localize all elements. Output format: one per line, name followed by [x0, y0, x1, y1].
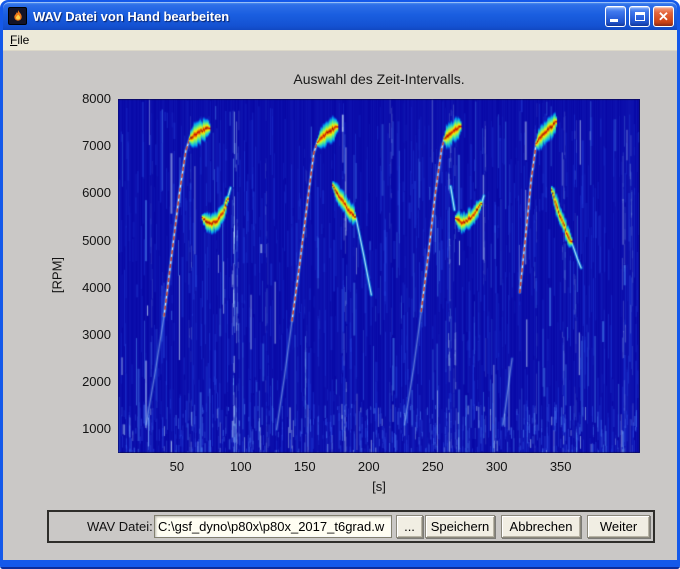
y-tick-label: 5000: [41, 233, 111, 249]
x-tick-label: 300: [475, 459, 519, 475]
x-tick-label: 250: [411, 459, 455, 475]
maximize-button[interactable]: [629, 6, 650, 27]
save-button[interactable]: Speichern: [425, 515, 495, 538]
x-tick-label: 200: [347, 459, 391, 475]
maximize-icon: [635, 12, 645, 21]
cancel-button[interactable]: Abbrechen: [501, 515, 581, 538]
titlebar[interactable]: WAV Datei von Hand bearbeiten ✕: [3, 2, 677, 30]
minimize-button[interactable]: [605, 6, 626, 27]
y-tick-label: 3000: [41, 327, 111, 343]
y-tick-label: 1000: [41, 421, 111, 437]
titlebar-buttons: ✕: [605, 6, 674, 27]
y-tick-label: 6000: [41, 185, 111, 201]
x-tick-label: 50: [155, 459, 199, 475]
close-icon: ✕: [654, 7, 673, 26]
minimize-icon: [610, 19, 618, 22]
y-tick-label: 2000: [41, 374, 111, 390]
browse-button[interactable]: ...: [396, 515, 423, 538]
menu-file[interactable]: File: [3, 31, 36, 49]
close-button[interactable]: ✕: [653, 6, 674, 27]
window: WAV Datei von Hand bearbeiten ✕ File Aus…: [0, 0, 680, 569]
figure-area: Auswahl des Zeit-Intervalls. [RPM] [s] 1…: [3, 51, 677, 560]
x-tick-label: 150: [283, 459, 327, 475]
x-tick-label: 100: [219, 459, 263, 475]
menubar: File: [3, 30, 677, 51]
plot-title: Auswahl des Zeit-Intervalls.: [118, 71, 640, 87]
flame-icon: [11, 9, 25, 23]
next-button[interactable]: Weiter: [587, 515, 650, 538]
spectrogram-canvas[interactable]: [118, 99, 640, 453]
y-tick-label: 8000: [41, 91, 111, 107]
window-title: WAV Datei von Hand bearbeiten: [33, 9, 605, 24]
app-icon: [8, 7, 27, 25]
y-tick-label: 7000: [41, 138, 111, 154]
footer-panel: WAV Datei: ... Speichern Abbrechen Weite…: [47, 510, 655, 543]
y-tick-label: 4000: [41, 280, 111, 296]
wav-file-label: WAV Datei:: [87, 512, 153, 541]
x-tick-label: 350: [539, 459, 583, 475]
x-axis-label: [s]: [118, 479, 640, 494]
wav-path-input[interactable]: [154, 515, 392, 538]
